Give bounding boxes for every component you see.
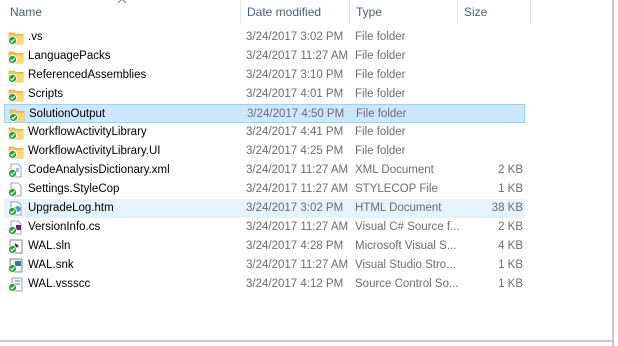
folder-icon — [9, 109, 25, 122]
file-size: 1 KB — [498, 278, 523, 290]
file-type: File folder — [355, 126, 406, 138]
file-row[interactable]: WAL.vssscc 3/24/2017 4:12 PM Source Contro… — [4, 275, 525, 294]
file-type: File folder — [355, 145, 406, 157]
file-type: STYLECOP File — [355, 183, 438, 195]
file-name: WAL.vssscc — [28, 278, 91, 290]
file-date-modified: 3/24/2017 3:10 PM — [246, 69, 344, 81]
file-row[interactable]: UpgradeLog.htm 3/24/2017 3:02 PM HTML Docu… — [4, 199, 525, 218]
file-size — [460, 142, 523, 161]
snk-file-icon — [8, 258, 23, 273]
file-size — [460, 85, 523, 104]
folder-icon — [8, 89, 24, 102]
file-name: WAL.snk — [28, 259, 74, 271]
file-date-modified: 3/24/2017 11:27 AM — [246, 183, 349, 195]
file-name: .vs — [28, 31, 43, 43]
file-name: CodeAnalysisDictionary.xml — [28, 164, 170, 176]
file-size: 2 KB — [498, 221, 523, 233]
file-row[interactable]: WAL.snk 3/24/2017 11:27 AM Visual Studio S… — [4, 256, 525, 275]
file-type: File folder — [355, 88, 406, 100]
file-type: Microsoft Visual S... — [355, 240, 457, 252]
folder-icon — [8, 70, 24, 83]
column-header-date-modified[interactable]: Date modified — [241, 0, 349, 24]
file-name: LanguagePacks — [28, 50, 111, 62]
file-name: WorkflowActivityLibrary — [28, 126, 147, 138]
file-date-modified: 3/24/2017 4:41 PM — [246, 126, 344, 138]
file-date-modified: 3/24/2017 4:50 PM — [247, 108, 345, 120]
window-border — [612, 0, 614, 346]
generic-file-icon — [8, 182, 22, 197]
file-type: Visual C# Source f... — [355, 221, 459, 233]
file-type: Visual Studio Stro... — [355, 259, 456, 271]
file-type: HTML Document — [355, 202, 442, 214]
file-size: 4 KB — [498, 240, 523, 252]
file-size — [461, 105, 524, 124]
file-date-modified: 3/24/2017 4:25 PM — [246, 145, 344, 157]
file-type: XML Document — [355, 164, 434, 176]
file-date-modified: 3/24/2017 3:02 PM — [246, 202, 344, 214]
file-date-modified: 3/24/2017 3:02 PM — [246, 31, 344, 43]
folder-icon — [8, 32, 24, 45]
file-date-modified: 3/24/2017 11:27 AM — [246, 221, 349, 233]
file-row[interactable]: CodeAnalysisDictionary.xml 3/24/2017 11:2… — [4, 161, 525, 180]
window-border — [0, 340, 614, 342]
file-date-modified: 3/24/2017 4:12 PM — [246, 278, 344, 290]
csharp-file-icon — [8, 220, 22, 235]
file-type: File folder — [355, 31, 406, 43]
column-divider[interactable] — [530, 0, 531, 24]
file-date-modified: 3/24/2017 4:28 PM — [246, 240, 344, 252]
file-row[interactable]: Scripts 3/24/2017 4:01 PM File folder — [4, 85, 525, 104]
file-row[interactable]: VersionInfo.cs 3/24/2017 11:27 AM Visual C… — [4, 218, 525, 237]
file-row[interactable]: WorkflowActivityLibrary 3/24/2017 4:41 PM… — [4, 123, 525, 142]
file-row[interactable]: WorkflowActivityLibrary.UI 3/24/2017 4:25… — [4, 142, 525, 161]
file-type: File folder — [355, 50, 406, 62]
file-name: WAL.sln — [28, 240, 71, 252]
column-header-name[interactable]: Name — [4, 0, 240, 24]
file-row[interactable]: .vs 3/24/2017 3:02 PM File folder — [4, 28, 525, 47]
file-list-pane: Name Date modified Type Size .vs 3/24/201… — [0, 0, 612, 340]
file-row[interactable]: WAL.sln 3/24/2017 4:28 PM Microsoft Visual… — [4, 237, 525, 256]
file-size: 1 KB — [498, 183, 523, 195]
column-header-bar: Name Date modified Type Size — [0, 0, 612, 24]
file-row[interactable]: SolutionOutput 3/24/2017 4:50 PM File fold… — [4, 104, 525, 123]
file-date-modified: 3/24/2017 11:27 AM — [246, 164, 349, 176]
file-date-modified: 3/24/2017 11:27 AM — [246, 259, 349, 271]
folder-icon — [8, 127, 24, 140]
column-header-size[interactable]: Size — [458, 0, 530, 24]
xml-file-icon — [8, 163, 22, 178]
file-name: ReferencedAssemblies — [28, 69, 147, 81]
file-row[interactable]: LanguagePacks 3/24/2017 11:27 AM File fold… — [4, 47, 525, 66]
file-size: 38 KB — [491, 202, 523, 214]
file-type: File folder — [355, 69, 406, 81]
file-size — [460, 28, 523, 47]
column-header-type[interactable]: Type — [350, 0, 457, 24]
file-name: Settings.StyleCop — [28, 183, 120, 195]
source-control-file-icon — [8, 277, 23, 292]
file-type: Source Control So... — [355, 278, 459, 290]
file-row[interactable]: Settings.StyleCop 3/24/2017 11:27 AM STYLE… — [4, 180, 525, 199]
folder-icon — [8, 51, 24, 64]
file-size: 1 KB — [498, 259, 523, 271]
file-name: Scripts — [28, 88, 64, 100]
file-name: SolutionOutput — [29, 108, 106, 120]
file-size — [460, 66, 523, 85]
file-row[interactable]: ReferencedAssemblies 3/24/2017 3:10 PM Fil… — [4, 66, 525, 85]
file-size — [460, 123, 523, 142]
file-name: UpgradeLog.htm — [28, 202, 114, 214]
file-type: File folder — [356, 108, 407, 120]
file-name: WorkflowActivityLibrary.UI — [28, 145, 161, 157]
file-date-modified: 3/24/2017 4:01 PM — [246, 88, 344, 100]
file-size — [460, 47, 523, 66]
file-date-modified: 3/24/2017 11:27 AM — [246, 50, 349, 62]
file-name: VersionInfo.cs — [28, 221, 101, 233]
html-file-icon — [8, 201, 22, 216]
solution-file-icon — [8, 239, 23, 254]
folder-icon — [8, 146, 24, 159]
file-size: 2 KB — [498, 164, 523, 176]
